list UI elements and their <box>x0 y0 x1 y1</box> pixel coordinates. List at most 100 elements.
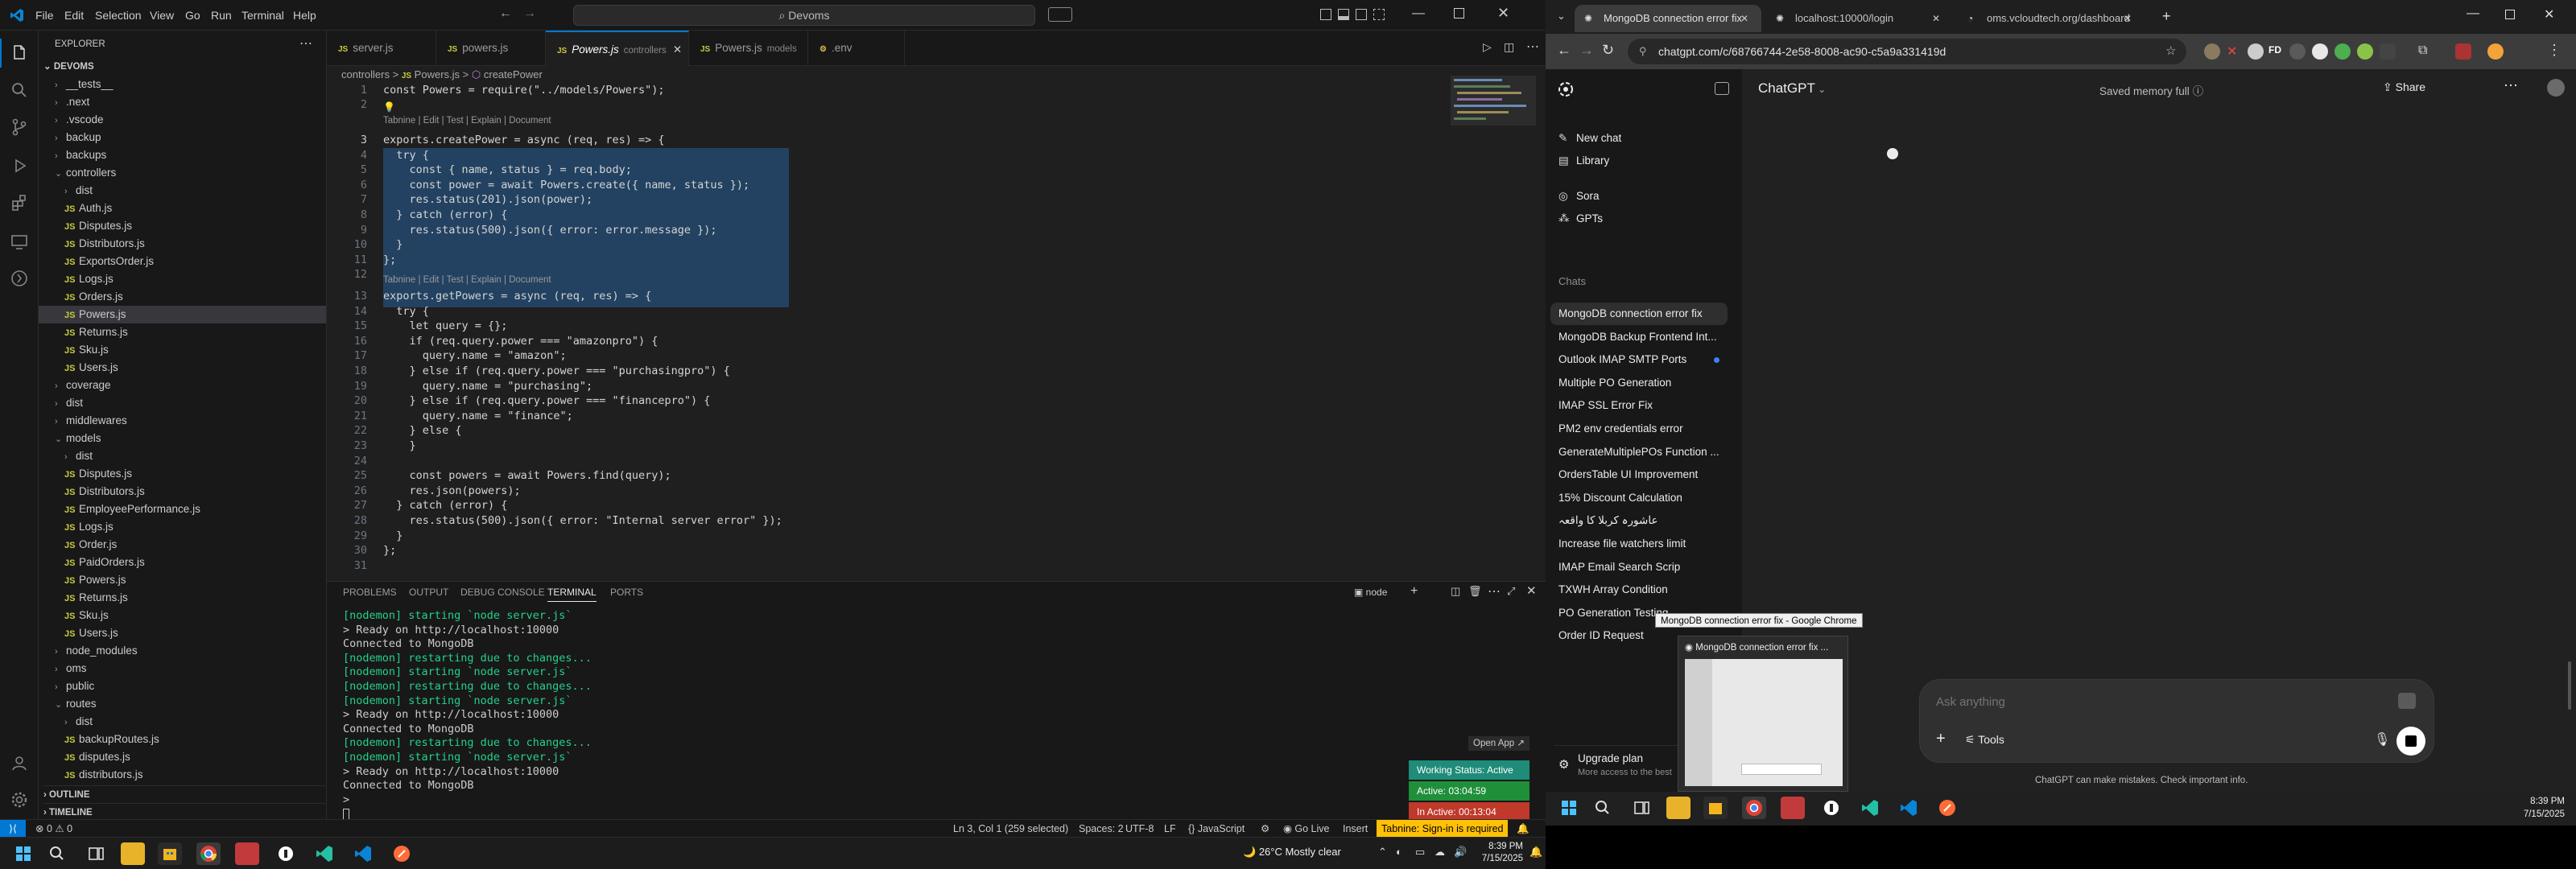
notification-center-icon[interactable]: 🔔 <box>1530 846 1542 859</box>
chat-item[interactable]: IMAP Email Search Scrip <box>1550 556 1728 579</box>
layout-sidebar-icon[interactable] <box>1320 9 1331 20</box>
chat-item[interactable]: PM2 env credentials error <box>1550 418 1728 440</box>
windows-start-icon[interactable] <box>1557 797 1581 819</box>
codelens-getpowers[interactable]: Tabnine | Edit | Test | Explain | Docume… <box>383 275 551 285</box>
chat-item[interactable]: عاشورہ کربلا کا واقعہ <box>1550 509 1728 532</box>
search-icon[interactable] <box>10 80 29 100</box>
windows-start-icon[interactable] <box>11 842 35 865</box>
run-file-icon[interactable]: ▷ <box>1483 40 1492 54</box>
extension-2-icon[interactable]: ✕ <box>2227 43 2237 60</box>
editor-tab[interactable]: JS powers.js <box>436 31 546 66</box>
clock[interactable]: 8:39 PM 7/15/2025 <box>1475 841 1523 865</box>
postman-taskbar-icon[interactable] <box>1935 797 1959 819</box>
chat-item[interactable]: OrdersTable UI Improvement <box>1550 463 1728 486</box>
tree-folder[interactable]: ⌄ models <box>39 430 326 447</box>
account-icon[interactable] <box>10 753 29 772</box>
tree-file[interactable]: JS Users.js <box>39 359 326 377</box>
browser-tab-close-icon[interactable]: ✕ <box>2124 5 2132 32</box>
tools-button[interactable]: ⚟ Tools <box>1965 733 2004 747</box>
tree-folder[interactable]: › middlewares <box>39 412 326 430</box>
menu-view[interactable]: View <box>150 0 174 31</box>
tree-file[interactable]: JS PaidOrders.js <box>39 554 326 571</box>
tree-file[interactable]: JS EmployeePerformance.js <box>39 500 326 518</box>
remote-explorer-icon[interactable] <box>10 232 29 251</box>
extension-fd-icon[interactable]: FD <box>2268 44 2281 56</box>
tabnine-status[interactable]: Tabnine: Sign-in is required <box>1377 820 1509 838</box>
attach-image-icon[interactable] <box>2398 693 2416 709</box>
tree-folder[interactable]: ⌄ controllers <box>39 164 326 182</box>
tree-file[interactable]: JS Orders.js <box>39 288 326 306</box>
encoding[interactable]: UTF-8 <box>1125 820 1154 838</box>
chrome-minimize-icon[interactable]: — <box>2467 6 2479 21</box>
editor-tab[interactable]: JS server.js <box>327 31 436 66</box>
prompt-input[interactable] <box>1936 691 2371 712</box>
browser-tab[interactable]: ◔ oms.vcloudtech.org/dashboard ✕ <box>1958 5 2145 32</box>
tree-folder[interactable]: › backup <box>39 129 326 146</box>
sidebar-library[interactable]: ▤ Library <box>1558 154 1734 167</box>
tree-folder[interactable]: › dist <box>39 713 326 731</box>
extension-1-icon[interactable] <box>2204 43 2220 60</box>
browser-tab-close-icon[interactable]: ✕ <box>1932 5 1940 32</box>
vscode-taskbar-icon[interactable] <box>1897 797 1921 819</box>
tab-more-icon[interactable]: ⋯ <box>1526 39 1539 55</box>
forward-arrow-icon[interactable]: → <box>523 6 536 21</box>
sidebar-gpts[interactable]: ⁂ GPTs <box>1558 212 1734 225</box>
stop-generating-button[interactable] <box>2396 727 2425 756</box>
tree-file[interactable]: JS Disputes.js <box>39 217 326 235</box>
more-actions-icon[interactable]: ⋯ <box>299 35 312 51</box>
browser-forward-icon[interactable]: → <box>1579 42 1594 59</box>
eol[interactable]: LF <box>1164 820 1176 838</box>
panel-tab-debug-console[interactable]: DEBUG CONSOLE <box>460 587 545 598</box>
tree-folder[interactable]: › dist <box>39 394 326 412</box>
menu-terminal[interactable]: Terminal <box>242 0 284 31</box>
indent-spaces[interactable]: Spaces: 2 <box>1079 820 1124 838</box>
copilot-icon[interactable] <box>1048 7 1072 22</box>
sidebar-new-chat[interactable]: ✎ New chat <box>1558 132 1734 145</box>
breadcrumb-file[interactable]: Powers.js <box>415 68 460 80</box>
tree-file[interactable]: JS disputes.js <box>39 748 326 766</box>
codelens-createpower[interactable]: Tabnine | Edit | Test | Explain | Docume… <box>383 116 551 126</box>
open-app-button[interactable]: Open App ↗ <box>1468 736 1530 751</box>
close-icon[interactable]: ✕ <box>1497 5 1509 22</box>
tray-chevron-icon[interactable]: ⌃ <box>1378 846 1387 859</box>
remote-indicator-icon[interactable]: ⟩⟨ <box>0 820 26 838</box>
user-avatar[interactable] <box>2547 79 2565 97</box>
tab-close-icon[interactable]: ✕ <box>673 43 682 56</box>
tray-cloud-icon[interactable]: ☁ <box>1435 846 1445 859</box>
site-info-icon[interactable]: ⚲ <box>1639 39 1647 64</box>
outline-section[interactable]: › OUTLINE <box>43 785 326 803</box>
extension-5-icon[interactable] <box>2289 43 2306 60</box>
app-circle-icon[interactable] <box>1819 797 1843 819</box>
chat-item[interactable]: GenerateMultiplePOs Function ... <box>1550 441 1728 463</box>
close-sidebar-icon[interactable] <box>1715 82 1729 95</box>
vscode-insiders-taskbar-icon[interactable] <box>312 842 336 865</box>
tree-file[interactable]: JS Distributors.js <box>39 235 326 253</box>
profile-avatar[interactable] <box>2487 43 2504 60</box>
tree-file[interactable]: JS Users.js <box>39 624 326 642</box>
tree-folder[interactable]: › backups <box>39 146 326 164</box>
chat-item[interactable]: 15% Discount Calculation <box>1550 487 1728 509</box>
cursor-position[interactable]: Ln 3, Col 1 (259 selected) <box>953 820 1068 838</box>
new-tab-icon[interactable]: + <box>2162 8 2171 25</box>
conversation-menu-icon[interactable]: ⋯ <box>2504 77 2518 94</box>
tree-file[interactable]: JS Sku.js <box>39 341 326 359</box>
notifications-icon[interactable]: 🔔 <box>1517 820 1530 838</box>
customize-layout-icon[interactable] <box>1373 9 1385 20</box>
tree-file[interactable]: JS Powers.js <box>39 571 326 589</box>
menu-go[interactable]: Go <box>185 0 200 31</box>
settings-sync-icon[interactable]: ⚙ <box>1261 820 1269 838</box>
trash-icon[interactable]: 🗑 <box>1468 585 1482 598</box>
browser-tab-close-icon[interactable]: ✕ <box>1740 5 1748 32</box>
minimize-icon[interactable]: — <box>1412 6 1425 21</box>
task-view-icon[interactable] <box>1629 797 1653 819</box>
app-red-icon[interactable] <box>235 842 259 865</box>
extensions-icon[interactable] <box>10 193 29 212</box>
tray-speaker-icon[interactable]: 🔊 <box>1454 846 1467 859</box>
tree-folder[interactable]: › .next <box>39 93 326 111</box>
panel-tab-output[interactable]: OUTPUT <box>409 587 448 598</box>
tree-file[interactable]: JS Sku.js <box>39 607 326 624</box>
extensions-puzzle-icon[interactable]: ⧉ <box>2418 43 2427 58</box>
browser-back-icon[interactable]: ← <box>1557 42 1571 59</box>
chat-item[interactable]: MongoDB Backup Frontend Int... <box>1550 326 1728 348</box>
maximize-icon[interactable] <box>1454 8 1464 19</box>
